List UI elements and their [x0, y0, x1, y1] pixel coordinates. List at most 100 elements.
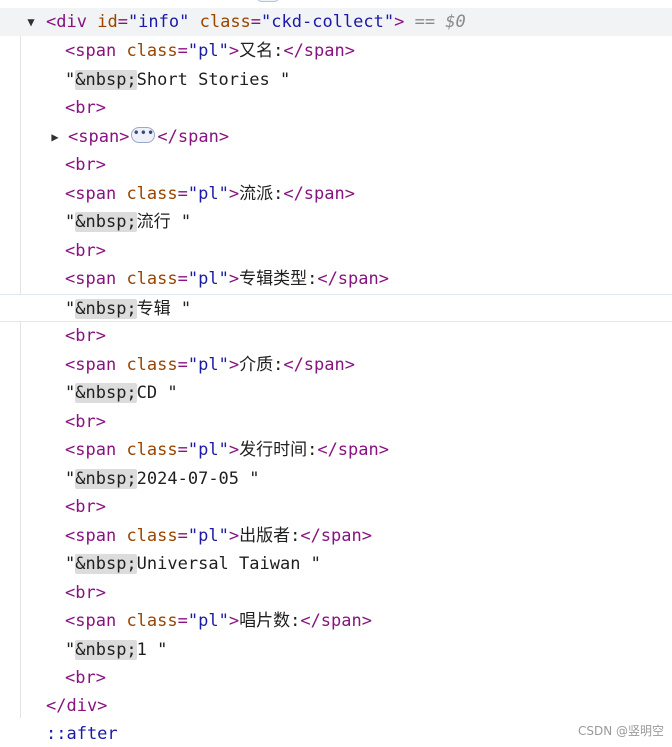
dom-node-text[interactable]: "&nbsp;1 " — [0, 636, 672, 664]
tag-open: <div — [46, 12, 87, 32]
span-close-tag: </span> — [283, 354, 355, 375]
text-node-value: 1 " — [136, 639, 168, 660]
nbsp-entity: &nbsp; — [75, 298, 137, 319]
nbsp-entity: &nbsp; — [75, 69, 137, 90]
attr-name-id: id — [97, 12, 118, 32]
br-tag: <br> — [65, 240, 106, 261]
attr-name-class: class — [126, 611, 178, 631]
dom-node-span[interactable]: <span class="pl">流派:</span> — [0, 180, 672, 208]
dom-node-text[interactable]: "&nbsp;Short Stories " — [0, 66, 672, 94]
watermark: CSDN @竖明空 — [577, 724, 664, 738]
text-node-value: Universal Taiwan " — [136, 554, 321, 574]
dom-node-text[interactable]: "&nbsp;2024-07-05 " — [0, 465, 672, 493]
quote-open: " — [65, 554, 76, 574]
span-close-tag: </span> — [283, 183, 355, 204]
text-node-value: 2024-07-05 " — [136, 468, 260, 489]
br-tag: <br> — [65, 98, 106, 118]
br-tag: <br> — [65, 326, 106, 346]
attr-name-class: class — [126, 269, 178, 289]
span-open-tag: <span — [65, 354, 117, 375]
dom-node-collapsed-span[interactable]: ▶ <span> ••• </span> — [0, 123, 672, 151]
text-node-value: 专辑 " — [136, 298, 192, 319]
dom-node-text[interactable]: "&nbsp;Universal Taiwan " — [0, 550, 672, 578]
dom-node-span[interactable]: <span class="pl">专辑类型:</span> — [0, 265, 672, 293]
quote-open: " — [65, 383, 76, 403]
span-close-tag: </span> — [317, 440, 389, 460]
dom-node-span[interactable]: <span class="pl">又名:</span> — [0, 37, 672, 65]
selected-marker: == $0 — [414, 12, 466, 32]
nbsp-entity: &nbsp; — [75, 383, 137, 403]
attr-value-class: "pl" — [187, 354, 229, 375]
span-open-tag: <span — [65, 41, 117, 61]
previous-node-ellipsis[interactable] — [256, 0, 280, 2]
triangle-down-icon[interactable]: ▼ — [24, 8, 38, 36]
dom-node-span[interactable]: <span class="pl">介质:</span> — [0, 351, 672, 379]
dom-node-span[interactable]: <span class="pl">发行时间:</span> — [0, 436, 672, 464]
span-close-tag: </span> — [157, 126, 230, 147]
closing-div-tag: </div> — [46, 696, 108, 716]
expand-ellipsis-button[interactable]: ••• — [131, 126, 156, 143]
attr-equals: = — [177, 354, 188, 375]
dom-node-span[interactable]: <span class="pl">唱片数:</span> — [0, 607, 672, 635]
attr-value-class: "pl" — [187, 269, 229, 289]
dom-node-div-info[interactable]: ▼ <div id="info" class="ckd-collect"> == … — [0, 8, 672, 36]
span-close-tag: </span> — [283, 41, 355, 61]
dom-node-text[interactable]: "&nbsp;CD " — [0, 379, 672, 407]
previous-node-fragment — [140, 0, 540, 4]
pseudo-after-node[interactable]: ::after — [0, 720, 672, 747]
span-gt: > — [228, 611, 240, 631]
dom-node-br[interactable]: <br> — [0, 151, 672, 179]
span-gt: > — [228, 269, 240, 289]
quote-open: " — [65, 468, 76, 489]
dom-node-span[interactable]: <span class="pl">出版者:</span> — [0, 522, 672, 550]
attr-value-class: "pl" — [187, 183, 229, 204]
dom-node-br[interactable]: <br> — [0, 237, 672, 265]
span-open-tag: <span> — [68, 126, 130, 147]
dom-node-br[interactable]: <br> — [0, 579, 672, 607]
quote-open: " — [65, 212, 76, 232]
span-gt: > — [228, 525, 240, 546]
triangle-right-icon[interactable]: ▶ — [48, 123, 62, 151]
dom-node-text[interactable]: "&nbsp;流行 " — [0, 208, 672, 236]
span-label-text: 唱片数: — [239, 611, 301, 631]
attr-value-class: "ckd-collect" — [261, 12, 395, 32]
attr-name-class: class — [126, 183, 178, 204]
quote-open: " — [65, 639, 76, 660]
span-label-text: 专辑类型: — [239, 269, 318, 289]
span-gt: > — [228, 440, 240, 460]
attr-value-class: "pl" — [187, 440, 229, 460]
span-close-tag: </span> — [300, 611, 372, 631]
span-close-tag: </span> — [317, 269, 389, 289]
dom-node-br[interactable]: <br> — [0, 664, 672, 692]
text-node-value: Short Stories " — [136, 69, 291, 90]
nbsp-entity: &nbsp; — [75, 468, 137, 489]
span-label-text: 流派: — [239, 183, 284, 204]
dom-node-br[interactable]: <br> — [0, 94, 672, 122]
span-open-tag: <span — [65, 269, 117, 289]
dom-node-br[interactable]: <br> — [0, 493, 672, 521]
dom-node-br[interactable]: <br> — [0, 322, 672, 350]
attr-name-class: class — [199, 12, 251, 32]
span-gt: > — [228, 354, 240, 375]
br-tag: <br> — [65, 497, 106, 517]
br-tag: <br> — [65, 155, 106, 175]
span-label-text: 出版者: — [239, 525, 301, 546]
dom-node-br[interactable]: <br> — [0, 408, 672, 436]
br-tag: <br> — [65, 411, 106, 432]
nbsp-entity: &nbsp; — [75, 212, 137, 232]
quote-open: " — [65, 298, 76, 319]
dom-node-div-close[interactable]: </div> — [0, 692, 672, 720]
span-label-text: 介质: — [239, 354, 284, 375]
span-open-tag: <span — [65, 440, 117, 460]
attr-name-class: class — [126, 41, 178, 61]
dom-node-text[interactable]: "&nbsp;专辑 " — [0, 293, 672, 322]
span-gt: > — [228, 183, 240, 204]
attr-value-class: "pl" — [187, 41, 229, 61]
tag-gt: > — [394, 12, 405, 32]
attr-name-class: class — [126, 440, 178, 460]
span-close-tag: </span> — [300, 525, 372, 546]
attr-equals: = — [177, 440, 188, 460]
elements-panel: ▼ <div id="info" class="ckd-collect"> == … — [0, 0, 672, 747]
br-tag: <br> — [65, 582, 106, 603]
attr-name-class: class — [126, 354, 178, 375]
